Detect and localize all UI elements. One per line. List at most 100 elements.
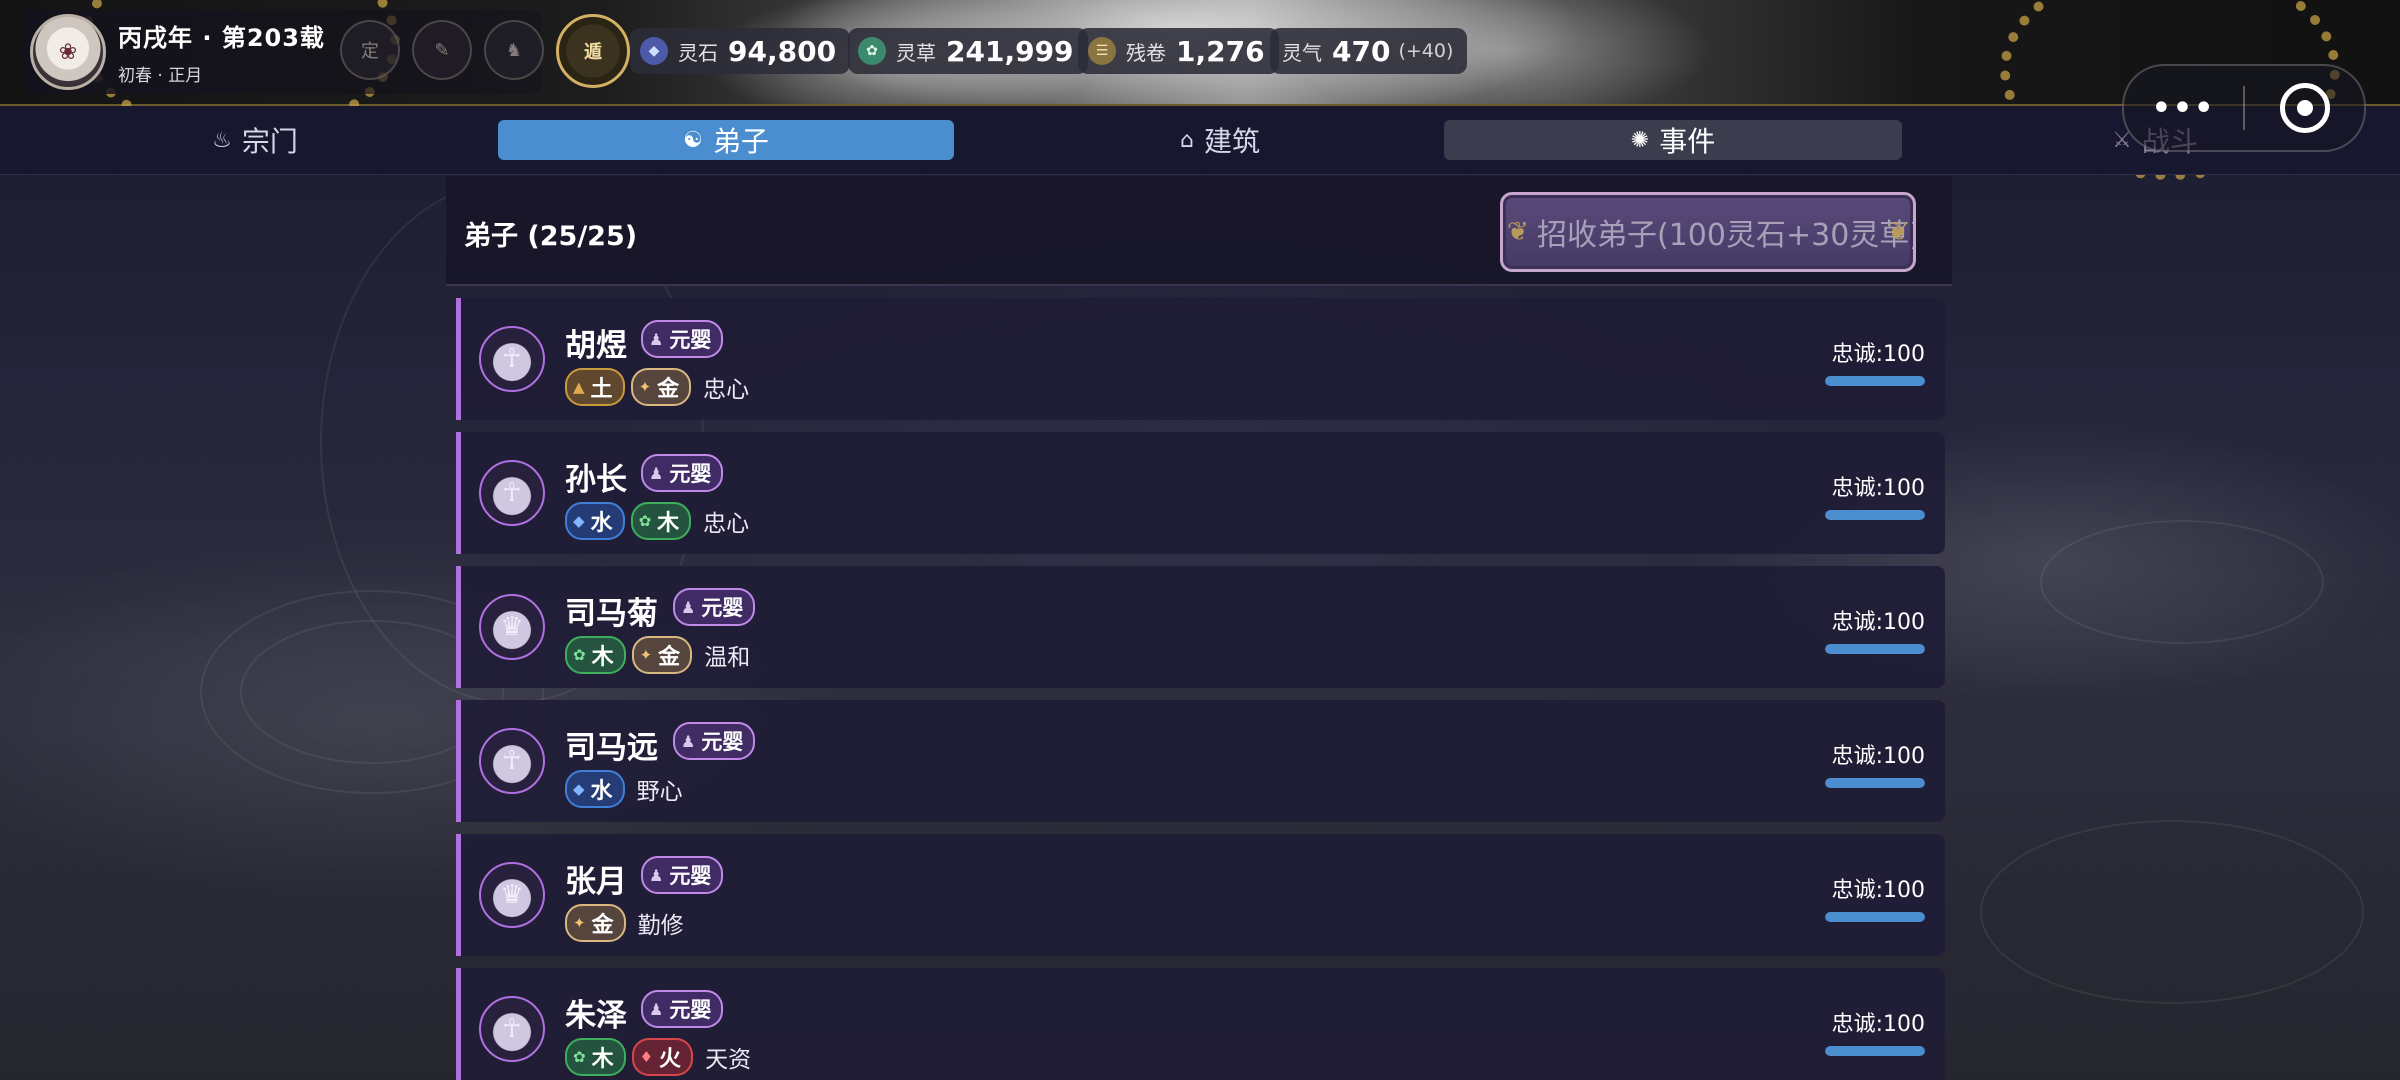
disciple-panel-header: 弟子 (25/25) ❦ 招收弟子(100灵石+30灵草) ❦ bbox=[446, 176, 1952, 286]
earth-icon: ▲ bbox=[573, 378, 585, 396]
cultivator-icon: ♟ bbox=[649, 463, 664, 483]
close-button[interactable] bbox=[2245, 83, 2364, 133]
loyalty-bar-fill bbox=[1825, 510, 1925, 520]
water-icon: ◆ bbox=[573, 512, 585, 530]
element-badge: ◆ 水 bbox=[565, 770, 625, 808]
trait-label: 温和 bbox=[704, 645, 751, 671]
disciple-name: 孙长 bbox=[565, 462, 627, 498]
cloud-ornament-icon: ❦ bbox=[1507, 217, 1529, 247]
trait-label: 忠心 bbox=[703, 377, 750, 403]
disciple-portrait: ♛ bbox=[479, 862, 545, 928]
element-badge: ✦ 金 bbox=[631, 636, 693, 674]
cultivator-icon: ♟ bbox=[649, 865, 664, 885]
cultivator-icon: ♟ bbox=[681, 597, 696, 617]
disciple-portrait: ☥ bbox=[479, 326, 545, 392]
loyalty-label: 忠诚:100 bbox=[1831, 878, 1925, 903]
top-bar: ❀ 丙戌年 · 第203载 初春 · 正月 定 ✎ ♞ 遁 ◆ 灵石 94,80… bbox=[0, 0, 2400, 180]
cultivator-icon: ♟ bbox=[681, 731, 696, 751]
disciple-name: 司马远 bbox=[565, 730, 658, 766]
element-label: 水 bbox=[590, 779, 613, 804]
close-circle-icon bbox=[2279, 83, 2330, 133]
sect-icon: ♨ bbox=[212, 127, 232, 153]
wood-icon: ✿ bbox=[573, 1048, 586, 1066]
loyalty-bar-fill bbox=[1825, 912, 1925, 922]
realm-label: 元婴 bbox=[669, 462, 712, 486]
loyalty-bar bbox=[1825, 912, 1925, 922]
loyalty-label: 忠诚:100 bbox=[1831, 342, 1925, 367]
element-label: 木 bbox=[591, 645, 614, 670]
element-label: 金 bbox=[591, 913, 614, 938]
cloud-swirl bbox=[1980, 820, 2364, 1004]
element-badge: ✿ 木 bbox=[630, 502, 692, 540]
main-nav: ♨ 宗门 ☯ 弟子 ⌂ 建筑 ✺ 事件 ⚔ 战斗 bbox=[0, 106, 2400, 175]
element-list: ◆ 水野心 bbox=[565, 770, 683, 808]
disciple-name: 朱泽 bbox=[565, 998, 627, 1034]
disciple-card[interactable]: ☥ 胡煜 ♟ 元婴 ▲ 土 ✦ 金忠心 忠诚:100 bbox=[456, 298, 1945, 420]
loyalty-bar bbox=[1825, 510, 1925, 520]
realm-badge: ♟ 元婴 bbox=[673, 722, 756, 760]
disciple-card[interactable]: ♛ 司马菊 ♟ 元婴 ✿ 木 ✦ 金温和 忠诚:100 bbox=[456, 566, 1945, 688]
element-label: 金 bbox=[658, 645, 681, 670]
disciple-card[interactable]: ♛ 张月 ♟ 元婴 ✦ 金勤修 忠诚:100 bbox=[456, 834, 1945, 956]
trait-label: 勤修 bbox=[637, 913, 684, 939]
escape-icon[interactable]: 遁 bbox=[556, 14, 630, 88]
realm-badge: ♟ 元婴 bbox=[641, 990, 724, 1028]
tab-buildings[interactable]: ⌂ 建筑 bbox=[1140, 120, 1300, 160]
loyalty-bar bbox=[1825, 644, 1925, 654]
miniprogram-capsule: ••• bbox=[2122, 64, 2366, 152]
loyalty-label: 忠诚:100 bbox=[1831, 744, 1925, 769]
loyalty-meter: 忠诚:100 bbox=[1805, 336, 1925, 386]
element-list: ✦ 金勤修 bbox=[565, 904, 684, 942]
water-icon: ◆ bbox=[573, 780, 585, 798]
disciple-card[interactable]: ☥ 司马远 ♟ 元婴 ◆ 水野心 忠诚:100 bbox=[456, 700, 1945, 822]
realm-label: 元婴 bbox=[701, 730, 744, 754]
cloud-ornament-icon: ❦ bbox=[1887, 217, 1909, 247]
element-label: 土 bbox=[590, 377, 613, 402]
element-badge: ▲ 土 bbox=[565, 368, 625, 406]
realm-badge: ♟ 元婴 bbox=[641, 454, 724, 492]
recruit-disciple-button[interactable]: ❦ 招收弟子(100灵石+30灵草) ❦ bbox=[1500, 192, 1916, 272]
resource-spirit-herb[interactable]: ✿ 灵草 241,999 bbox=[848, 28, 1088, 74]
disciple-card[interactable]: ☥ 朱泽 ♟ 元婴 ✿ 木 ♦ 火天资 忠诚:100 bbox=[456, 968, 1945, 1080]
element-badge: ♦ 火 bbox=[631, 1038, 694, 1076]
loyalty-bar-fill bbox=[1825, 1046, 1925, 1056]
tool-bar: 定 ✎ ♞ 遁 bbox=[340, 14, 630, 88]
disciple-icon: ☯ bbox=[683, 127, 703, 153]
spirit-herb-icon: ✿ bbox=[858, 37, 886, 65]
loyalty-label: 忠诚:100 bbox=[1831, 1012, 1925, 1037]
more-menu-button[interactable]: ••• bbox=[2124, 91, 2243, 126]
realm-label: 元婴 bbox=[701, 596, 744, 620]
brush-icon[interactable]: ✎ bbox=[412, 20, 472, 80]
sect-avatar[interactable]: ❀ bbox=[30, 14, 106, 90]
seal-icon[interactable]: 定 bbox=[340, 20, 400, 80]
element-label: 火 bbox=[659, 1047, 682, 1072]
realm-badge: ♟ 元婴 bbox=[641, 856, 724, 894]
tab-sect[interactable]: ♨ 宗门 bbox=[200, 120, 310, 160]
disciple-name: 胡煜 bbox=[565, 328, 627, 364]
metal-icon: ✦ bbox=[639, 646, 653, 664]
element-list: ✿ 木 ♦ 火天资 bbox=[565, 1038, 751, 1076]
resource-spirit-stone[interactable]: ◆ 灵石 94,800 bbox=[630, 28, 851, 74]
cultivator-icon: ♟ bbox=[649, 329, 664, 349]
era-title: 丙戌年 · 第203载 bbox=[118, 24, 325, 52]
panel-title: 弟子 (25/25) bbox=[464, 221, 638, 252]
cloud-swirl bbox=[2040, 520, 2324, 644]
cultivator-icon: ♟ bbox=[649, 999, 664, 1019]
loyalty-bar-fill bbox=[1825, 376, 1925, 386]
resource-qi[interactable]: 灵气 470 (+40) bbox=[1270, 28, 1468, 74]
beast-icon[interactable]: ♞ bbox=[484, 20, 544, 80]
realm-badge: ♟ 元婴 bbox=[673, 588, 756, 626]
element-badge: ◆ 水 bbox=[565, 502, 625, 540]
resource-fragment[interactable]: ☰ 残卷 1,276 bbox=[1078, 28, 1279, 74]
trait-label: 野心 bbox=[636, 779, 683, 805]
disciple-portrait: ☥ bbox=[479, 460, 545, 526]
loyalty-meter: 忠诚:100 bbox=[1805, 1006, 1925, 1056]
tab-disciples[interactable]: ☯ 弟子 bbox=[498, 120, 954, 160]
metal-icon: ✦ bbox=[638, 378, 652, 396]
disciple-portrait: ☥ bbox=[479, 728, 545, 794]
tab-events[interactable]: ✺ 事件 bbox=[1444, 120, 1902, 160]
element-list: ◆ 水 ✿ 木忠心 bbox=[565, 502, 749, 540]
disciple-card[interactable]: ☥ 孙长 ♟ 元婴 ◆ 水 ✿ 木忠心 忠诚:100 bbox=[456, 432, 1945, 554]
loyalty-meter: 忠诚:100 bbox=[1805, 470, 1925, 520]
disciple-portrait: ☥ bbox=[479, 996, 545, 1062]
